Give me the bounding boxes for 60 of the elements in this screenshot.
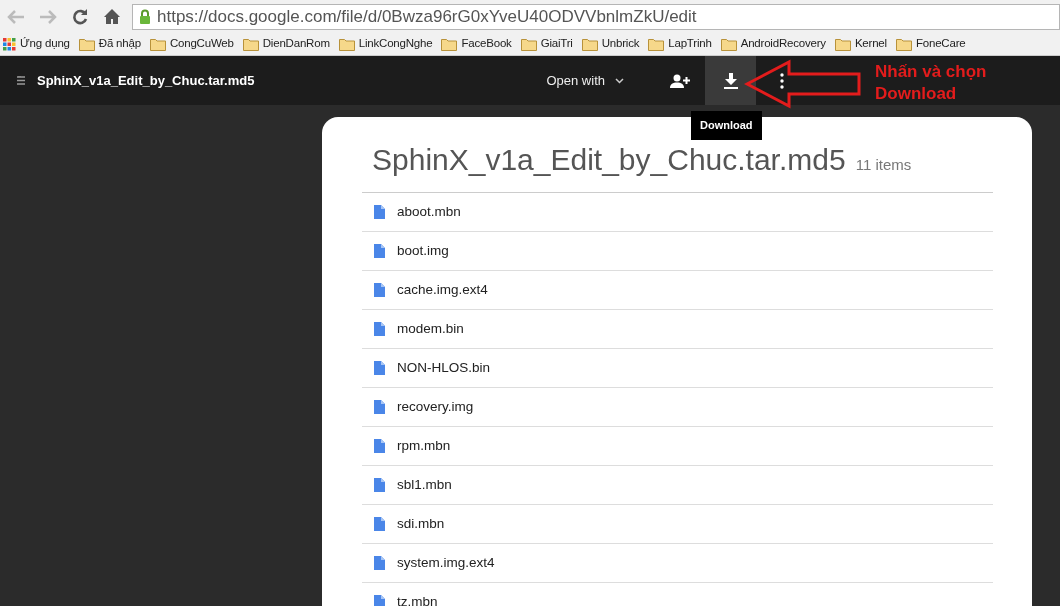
annotation-text: Nhấn và chọn Download <box>875 61 988 105</box>
add-person-icon <box>669 73 690 88</box>
bookmark[interactable]: Kernel <box>834 35 887 53</box>
open-with-button[interactable]: Open with <box>546 70 624 91</box>
apps-icon <box>3 37 16 51</box>
folder-icon <box>78 37 95 51</box>
tooltip: Download <box>691 111 762 140</box>
file-name[interactable]: aboot.mbn <box>397 201 461 223</box>
folder-icon <box>648 37 665 51</box>
bookmark[interactable]: FoneCare <box>895 35 966 53</box>
folder-icon <box>242 37 259 51</box>
download-icon <box>723 72 738 89</box>
bookmark[interactable]: DienDanRom <box>242 35 330 53</box>
caret-icon <box>615 77 624 84</box>
lock-icon <box>139 9 151 24</box>
more-icon <box>779 72 784 89</box>
bookmark[interactable]: LapTrinh <box>648 35 712 53</box>
file-name[interactable]: recovery.img <box>397 396 474 418</box>
file-name[interactable]: system.img.ext4 <box>397 552 495 574</box>
bookmark[interactable]: Unbrick <box>581 35 640 53</box>
file-name[interactable]: NON-HLOS.bin <box>397 357 491 379</box>
file-icon <box>374 283 385 297</box>
file-name[interactable]: rpm.mbn <box>397 435 451 457</box>
folder-icon <box>581 37 598 51</box>
file-icon <box>374 400 385 414</box>
folder-icon <box>441 37 458 51</box>
folder-icon <box>895 37 912 51</box>
bookmark[interactable]: Ứng dụng <box>3 35 70 53</box>
folder-icon <box>520 37 537 51</box>
file-title: SphinX_v1a_Edit_by_Chuc.tar.md5 <box>37 71 255 90</box>
file-icon <box>374 595 385 606</box>
file-icon <box>374 478 385 492</box>
file-icon <box>374 205 385 219</box>
bookmark[interactable]: AndroidRecovery <box>720 35 826 53</box>
folder-title: SphinX_v1a_Edit_by_Chuc.tar.md5 <box>372 142 846 178</box>
bookmark[interactable]: Đã nhập <box>78 35 141 53</box>
file-icon <box>374 361 385 375</box>
file-name[interactable]: boot.img <box>397 240 449 262</box>
file-icon <box>374 517 385 531</box>
file-name[interactable]: sdi.mbn <box>397 513 445 535</box>
bookmark[interactable]: FaceBook <box>441 35 512 53</box>
file-icon <box>374 556 385 570</box>
folder-icon <box>338 37 355 51</box>
folder-icon <box>149 37 166 51</box>
bookmark[interactable]: CongCuWeb <box>149 35 234 53</box>
bookmark[interactable]: GiaiTri <box>520 35 573 53</box>
bookmark[interactable]: LinkCongNghe <box>338 35 433 53</box>
file-name[interactable]: tz.mbn <box>397 591 438 606</box>
folder-icon <box>720 37 737 51</box>
file-name[interactable]: modem.bin <box>397 318 464 340</box>
file-name[interactable]: cache.img.ext4 <box>397 279 488 301</box>
download-button[interactable] <box>705 56 756 105</box>
file-icon <box>374 439 385 453</box>
item-count: 11 items <box>855 155 912 175</box>
folder-icon <box>834 37 851 51</box>
address-bar[interactable]: https://docs.google.com/file/d/0Bwza96rG0xYveU40ODVVbnlmZkU/edit <box>132 3 1060 30</box>
file-icon <box>374 322 385 336</box>
file-icon <box>374 244 385 258</box>
file-name[interactable]: sbl1.mbn <box>397 474 452 496</box>
menu-icon[interactable] <box>17 76 25 85</box>
